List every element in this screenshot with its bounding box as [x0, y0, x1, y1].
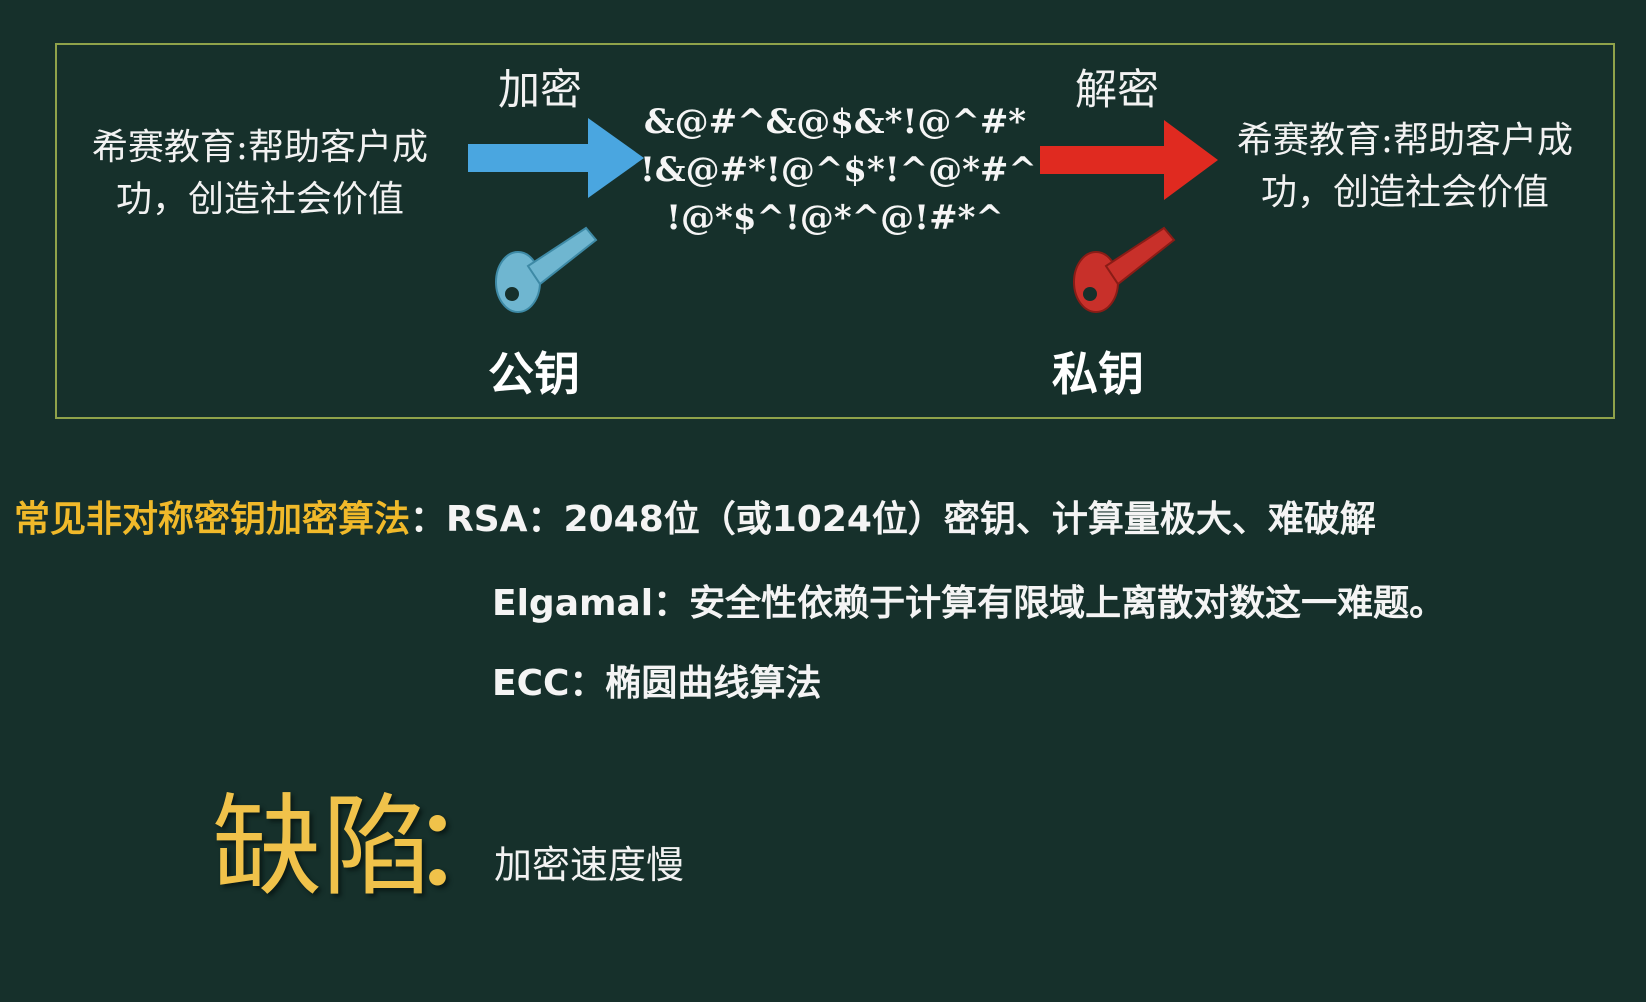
- private-key-icon: [1073, 226, 1176, 313]
- plaintext-left-line-1: 希赛教育:帮助客户成: [91, 127, 429, 168]
- decrypt-arrow-icon: [1040, 120, 1218, 200]
- private-key-label: 私钥: [1052, 347, 1144, 401]
- plaintext-right: 希赛教育:帮助客户成 功，创造社会价值: [1215, 115, 1595, 219]
- algorithm-elgamal: Elgamal：安全性依赖于计算有限域上离散对数这一难题。: [492, 583, 1446, 624]
- plaintext-right-line-2: 功，创造社会价值: [1260, 172, 1549, 213]
- algorithms-title: 常见非对称密钥加密算法: [14, 499, 411, 540]
- plaintext-left: 希赛教育:帮助客户成 功，创造社会价值: [75, 122, 445, 226]
- ciphertext-line-3: !@*$^!@*^@!#*^: [666, 198, 1004, 238]
- algorithms-title-colon: ：: [410, 499, 447, 540]
- public-key-label: 公钥: [488, 347, 580, 401]
- plaintext-left-line-2: 功，创造社会价值: [115, 179, 404, 220]
- defect-text: 加密速度慢: [494, 843, 685, 887]
- public-key-icon: [495, 226, 598, 313]
- encrypt-arrow-icon: [468, 118, 644, 198]
- plaintext-right-line-1: 希赛教育:帮助客户成: [1236, 120, 1574, 161]
- ciphertext: &@#^&@$&*!@^#* !&@#*!@^$*!^@*#^ !@*$^!@*…: [640, 98, 1037, 242]
- ciphertext-line-1: &@#^&@$&*!@^#*: [643, 102, 1027, 142]
- defect-title: 缺陷: [212, 783, 432, 911]
- algorithm-rsa: RSA：2048位（或1024位）密钥、计算量极大、难破解: [446, 499, 1376, 540]
- decrypt-label: 解密: [1075, 65, 1160, 114]
- encrypt-label: 加密: [498, 65, 583, 114]
- ciphertext-line-2: !&@#*!@^$*!^@*#^: [640, 150, 1037, 190]
- defect-colon: ：: [410, 782, 500, 912]
- algorithms-header-row: 常见非对称密钥加密算法：RSA：2048位（或1024位）密钥、计算量极大、难破…: [14, 490, 1376, 542]
- algorithm-ecc: ECC：椭圆曲线算法: [492, 663, 822, 704]
